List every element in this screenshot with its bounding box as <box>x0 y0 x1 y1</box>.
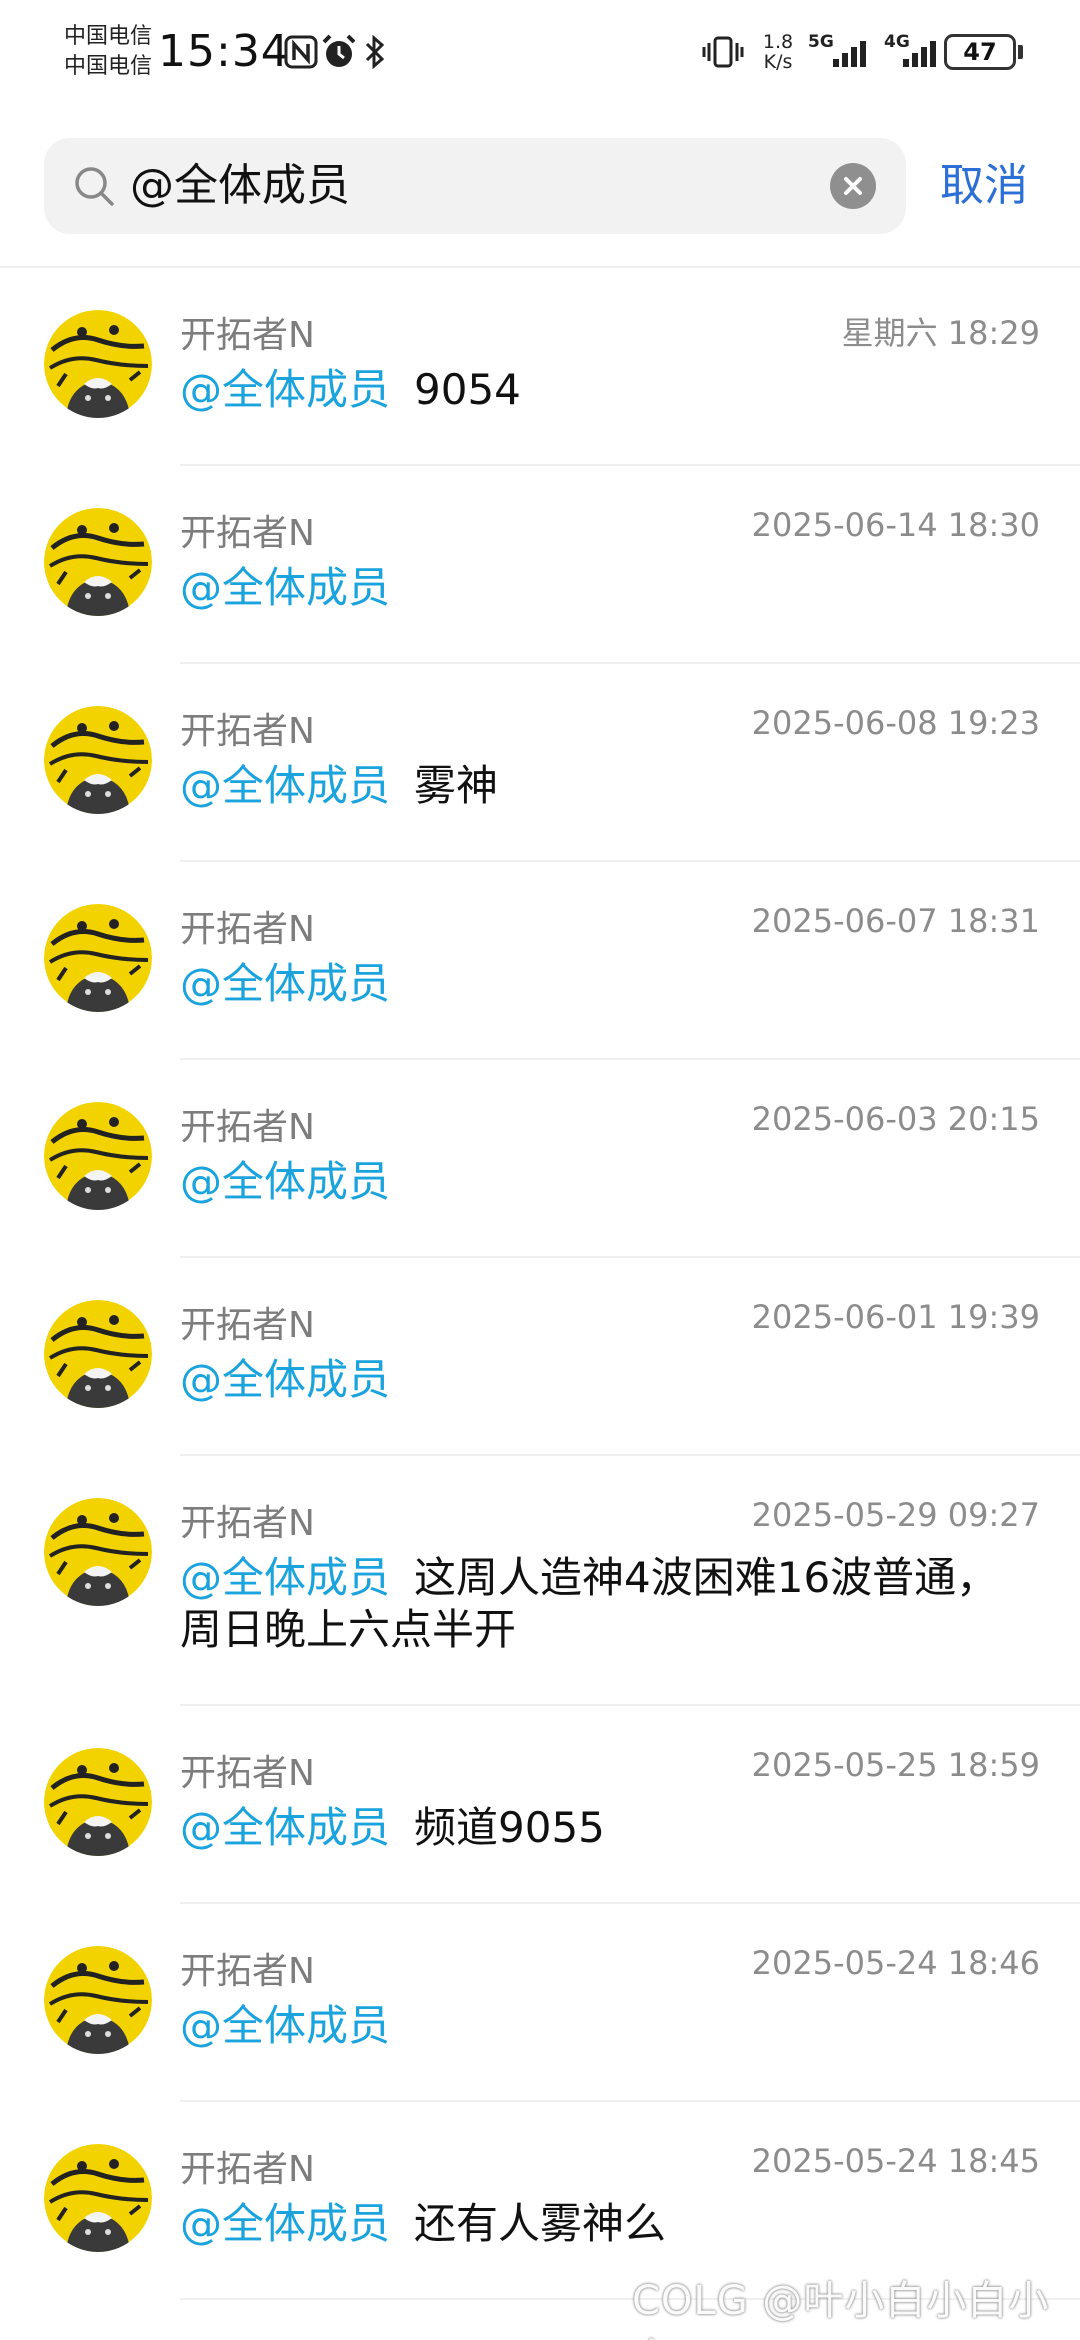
message-text: @全体成员 频道9055 <box>180 1802 1040 1854</box>
avatar[interactable] <box>44 310 152 418</box>
avatar[interactable] <box>44 904 152 1012</box>
message-text: @全体成员 还有人雾神么 <box>180 2198 1040 2250</box>
sender-name: 开拓者N <box>180 513 315 554</box>
carrier-1: 中国电信 <box>64 24 153 49</box>
mention-tag[interactable]: @全体成员 <box>180 2001 390 2050</box>
watermark: COLG @叶小白小白小白 <box>632 2278 1050 2340</box>
sender-name: 开拓者N <box>180 711 315 752</box>
sender-name: 开拓者N <box>180 1951 315 1992</box>
result-item[interactable]: 开拓者N 2025-06-01 19:39 @全体成员 <box>0 1258 1080 1456</box>
result-item[interactable]: 开拓者N 2025-05-24 18:46 @全体成员 <box>0 1904 1080 2102</box>
battery-icon: 47 <box>944 34 1016 70</box>
message-body: 还有人雾神么 <box>414 2199 667 2248</box>
signal-icon-2 <box>900 32 942 72</box>
battery-cap <box>1018 45 1023 59</box>
message-time: 2025-06-01 19:39 <box>751 1298 1040 1336</box>
message-time: 2025-06-03 20:15 <box>751 1100 1040 1138</box>
mention-tag[interactable]: @全体成员 <box>180 1355 390 1404</box>
result-item[interactable]: 开拓者N 2025-06-03 20:15 @全体成员 <box>0 1060 1080 1258</box>
nfc-icon <box>282 32 320 72</box>
avatar[interactable] <box>44 1748 152 1856</box>
result-item[interactable]: 开拓者N 2025-06-08 19:23 @全体成员 雾神 <box>0 664 1080 862</box>
search-input[interactable] <box>130 138 830 234</box>
avatar[interactable] <box>44 1946 152 2054</box>
carrier-labels: 中国电信 中国电信 <box>64 22 152 82</box>
message-text: @全体成员 <box>180 958 1040 1010</box>
message-time: 2025-05-25 18:59 <box>751 1746 1040 1784</box>
message-text: @全体成员 <box>180 1156 1040 1208</box>
result-item[interactable]: 开拓者N 2025-06-14 18:30 @全体成员 <box>0 466 1080 664</box>
mention-tag[interactable]: @全体成员 <box>180 1553 390 1602</box>
mention-tag[interactable]: @全体成员 <box>180 1157 390 1206</box>
sender-name: 开拓者N <box>180 909 315 950</box>
result-item[interactable]: 开拓者N 星期六 18:29 @全体成员 9054 <box>0 268 1080 466</box>
signal-icon-1 <box>830 32 874 72</box>
mention-tag[interactable]: @全体成员 <box>180 959 390 1008</box>
bluetooth-icon <box>360 32 390 72</box>
message-time: 2025-06-08 19:23 <box>751 704 1040 742</box>
search-bar[interactable] <box>44 138 906 234</box>
alarm-icon <box>318 32 360 72</box>
carrier-2: 中国电信 <box>64 54 153 79</box>
search-icon <box>72 164 116 208</box>
message-text: @全体成员 雾神 <box>180 760 1040 812</box>
avatar[interactable] <box>44 706 152 814</box>
sender-name: 开拓者N <box>180 1107 315 1148</box>
message-time: 2025-06-14 18:30 <box>751 506 1040 544</box>
mention-tag[interactable]: @全体成员 <box>180 1803 390 1852</box>
net-speed-unit: K/s <box>763 51 793 73</box>
message-text: @全体成员 <box>180 562 1040 614</box>
result-item[interactable]: 开拓者N 2025-05-25 18:59 @全体成员 频道9055 <box>0 1706 1080 1904</box>
avatar[interactable] <box>44 1498 152 1606</box>
message-time: 星期六 18:29 <box>841 314 1040 352</box>
message-time: 2025-05-29 09:27 <box>751 1496 1040 1534</box>
mention-tag[interactable]: @全体成员 <box>180 563 390 612</box>
message-text: @全体成员 这周人造神4波困难16波普通，周日晚上六点半开 <box>180 1552 1040 1656</box>
result-item[interactable]: 开拓者N 2025-05-29 09:27 @全体成员 这周人造神4波困难16波普… <box>0 1456 1080 1706</box>
sender-name: 开拓者N <box>180 1753 315 1794</box>
sender-name: 开拓者N <box>180 1305 315 1346</box>
sender-name: 开拓者N <box>180 1503 315 1544</box>
message-body: 9054 <box>414 365 521 414</box>
status-time: 15:34 <box>158 26 290 77</box>
message-time: 2025-05-24 18:45 <box>751 2142 1040 2180</box>
mention-tag[interactable]: @全体成员 <box>180 2199 390 2248</box>
avatar[interactable] <box>44 2144 152 2252</box>
vibrate-icon <box>700 32 746 72</box>
search-results-list: 开拓者N 星期六 18:29 @全体成员 9054 开拓者N 2025-06-14… <box>0 268 1080 2300</box>
message-text: @全体成员 <box>180 1354 1040 1406</box>
message-body: 频道9055 <box>414 1803 605 1852</box>
net-speed: 1.8 K/s <box>758 32 798 72</box>
mention-tag[interactable]: @全体成员 <box>180 365 390 414</box>
status-bar: 中国电信 中国电信 15:34 1.8 K/s 5G 4G 47 <box>0 0 1080 110</box>
avatar[interactable] <box>44 1102 152 1210</box>
sender-name: 开拓者N <box>180 315 315 356</box>
battery-level: 47 <box>963 38 997 66</box>
avatar[interactable] <box>44 508 152 616</box>
message-text: @全体成员 9054 <box>180 364 1040 416</box>
clear-search-icon[interactable] <box>830 163 876 209</box>
message-time: 2025-05-24 18:46 <box>751 1944 1040 1982</box>
cancel-button[interactable]: 取消 <box>940 150 1028 222</box>
mention-tag[interactable]: @全体成员 <box>180 761 390 810</box>
message-text: @全体成员 <box>180 2000 1040 2052</box>
result-item[interactable]: 开拓者N 2025-06-07 18:31 @全体成员 <box>0 862 1080 1060</box>
message-body: 雾神 <box>414 761 499 810</box>
message-time: 2025-06-07 18:31 <box>751 902 1040 940</box>
net-speed-value: 1.8 <box>762 31 794 53</box>
sender-name: 开拓者N <box>180 2149 315 2190</box>
avatar[interactable] <box>44 1300 152 1408</box>
